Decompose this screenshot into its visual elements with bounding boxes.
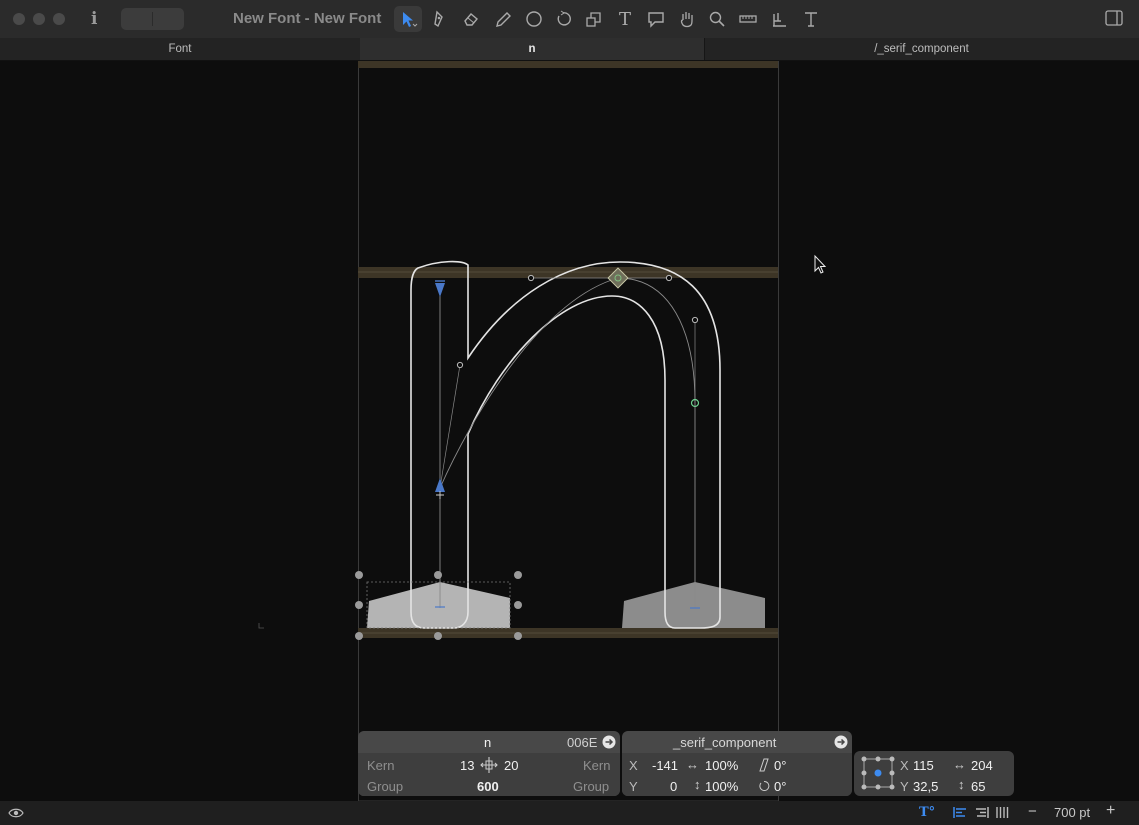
tab-glyph-n[interactable]: n [360,38,705,60]
handle-node[interactable] [456,361,464,369]
sidebar-toggle-icon[interactable] [1105,10,1123,26]
component-scale-y[interactable]: 100% [705,779,738,794]
rotate-icon [759,780,770,791]
vertical-scale-icon: ↕ [694,777,701,792]
zoom-out-button[interactable]: − [1028,803,1037,820]
handle-node[interactable] [527,274,535,282]
tab-serif-component[interactable]: /_serif_component [704,38,1139,60]
info-icon[interactable]: i [91,9,97,29]
mouse-cursor-icon [814,254,827,274]
window-title: New Font - New Font [233,10,382,27]
component-slant[interactable]: 0° [774,758,786,773]
distribute-icon[interactable] [996,806,1010,819]
eraser-tool-icon[interactable] [457,6,485,32]
text-tool-icon[interactable]: T [611,6,639,32]
transform-x-value[interactable]: 115 [913,758,934,773]
transform-x-label: X [900,758,909,773]
zoom-window-button[interactable] [53,13,65,25]
zoom-in-button[interactable]: + [1106,802,1115,820]
glyph-unicode[interactable]: 006E [567,735,597,750]
center-path[interactable] [439,277,696,608]
kern-right-value[interactable]: 20 [504,758,518,773]
transform-height[interactable]: 65 [971,779,985,794]
kern-left-value[interactable]: 13 [460,758,474,773]
glyph-editor [258,61,827,801]
glyph-bounds [358,61,779,801]
text-anchor-tool-icon[interactable] [797,6,825,32]
primitives-tool-icon[interactable] [765,6,793,32]
select-tool-icon[interactable] [394,6,422,32]
link-metrics-icon[interactable] [479,755,499,775]
transform-width[interactable]: 204 [971,758,993,773]
transform-y-label: Y [900,779,909,794]
ascender-band [358,61,778,68]
height-icon: ↕ [958,777,965,792]
text-options-icon[interactable]: T° [919,805,935,820]
hand-tool-icon[interactable] [673,6,701,32]
close-window-button[interactable] [13,13,25,25]
minimize-window-button[interactable] [33,13,45,25]
glyph-info-panel: n 006E Kern 13 20 Kern Group 600 Group [358,731,620,796]
serif-component-right[interactable] [622,582,765,628]
slant-icon [759,758,769,772]
glyph-name[interactable]: n [484,735,491,750]
preview-eye-icon[interactable] [8,807,24,819]
reference-point-icon[interactable] [861,756,895,790]
rotate-tool-icon[interactable] [549,6,577,32]
transform-panel: X 115 ↔ 204 Y 32,5 ↕ 65 [854,751,1014,796]
edit-canvas[interactable]: n 006E Kern 13 20 Kern Group 600 Group _… [0,61,1139,801]
group-right-label: Group [573,779,610,794]
align-right-icon[interactable] [975,806,989,819]
handle-node[interactable] [665,274,673,282]
component-y-label: Y [629,779,638,794]
draw-tool-icon[interactable] [425,6,453,32]
pencil-tool-icon[interactable] [489,6,517,32]
align-left-icon[interactable] [953,806,967,819]
tab-bar: Font n /_serif_component [0,38,1139,61]
handle-node[interactable] [691,316,699,324]
component-scale-x[interactable]: 100% [705,758,738,773]
arrow-circle-icon[interactable] [834,735,848,749]
component-panel: _serif_component X -141 ↔ 100% 0° Y 0 ↕ … [622,731,852,796]
group-left-label: Group [367,779,404,794]
component-y-value[interactable]: 0 [670,779,677,794]
horizontal-scale-icon: ↔ [686,757,699,772]
tab-font[interactable]: Font [0,38,361,60]
start-node-arrow[interactable] [435,283,445,297]
component-x-value[interactable]: -141 [652,758,678,773]
glyph-width[interactable]: 600 [477,779,499,794]
bottom-bar: T° − 700 pt + [0,801,1139,825]
zoom-level[interactable]: 700 pt [1054,805,1090,820]
scale-tool-icon[interactable] [580,6,608,32]
kern-right-label: Kern [583,758,611,773]
title-bar: i New Font - New Font T [0,0,1139,39]
component-rotation[interactable]: 0° [774,779,786,794]
glyph-outline[interactable] [410,260,721,629]
serif-component-left[interactable] [367,582,510,628]
segmented-control[interactable] [121,8,184,30]
arrow-circle-icon[interactable] [602,735,616,749]
measure-tool-icon[interactable] [734,6,762,32]
annotation-tool-icon[interactable] [642,6,670,32]
width-icon: ↔ [953,757,966,772]
kern-left-label: Kern [367,758,395,773]
transform-y-value[interactable]: 32,5 [913,779,938,794]
shape-tool-icon[interactable] [520,6,548,32]
component-name[interactable]: _serif_component [673,735,776,750]
zoom-tool-icon[interactable] [703,6,731,32]
component-x-label: X [629,758,638,773]
